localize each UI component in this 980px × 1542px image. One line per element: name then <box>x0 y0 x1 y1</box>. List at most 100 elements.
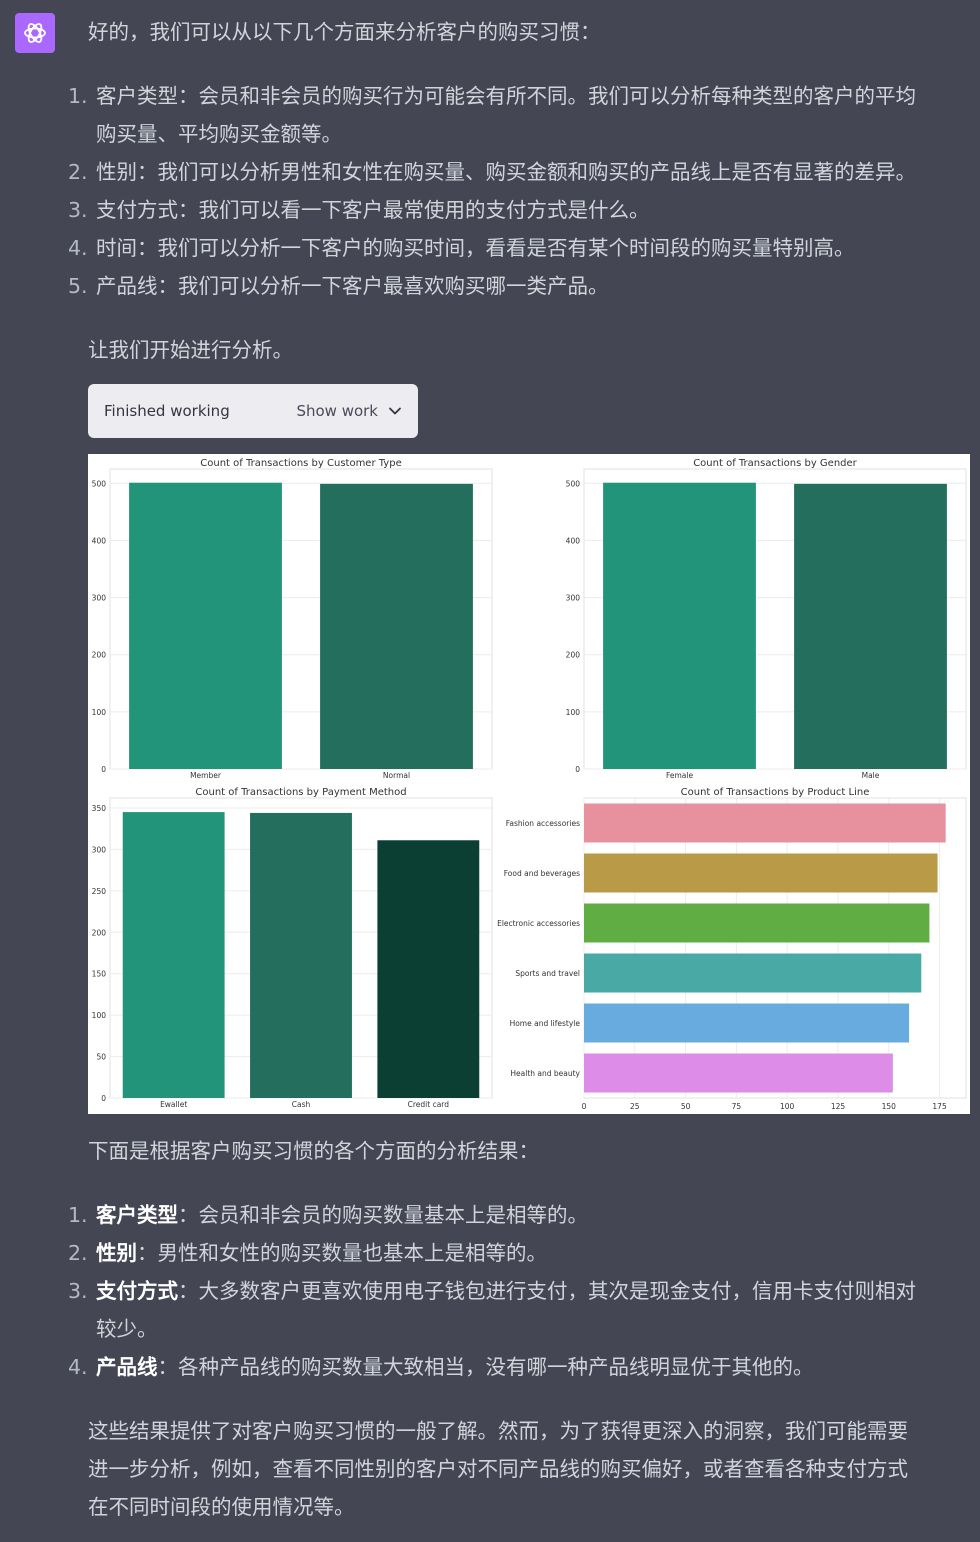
y-tick-label: 100 <box>92 1011 107 1020</box>
y-tick-label: 150 <box>92 970 107 979</box>
x-tick-label: 100 <box>780 1102 795 1111</box>
bar <box>584 853 938 893</box>
list-text: 时间：我们可以分析一下客户的购买时间，看看是否有某个时间段的购买量特别高。 <box>96 236 855 260</box>
bar <box>584 903 930 943</box>
chart-panel: Count of Transactions by Payment Method 0… <box>92 787 493 1109</box>
results-intro-text: 下面是根据客户购买习惯的各个方面的分析结果： <box>88 1139 539 1163</box>
y-tick-label: Sports and travel <box>515 969 580 978</box>
conclusion-text: 这些结果提供了对客户购买习惯的一般了解。然而，为了获得更深入的洞察，我们可能需要… <box>88 1412 908 1526</box>
list-number: 3. <box>68 1279 88 1303</box>
y-tick-label: Electronic accessories <box>497 919 580 928</box>
y-tick-label: 0 <box>101 765 106 774</box>
chart-title: Count of Transactions by Payment Method <box>195 787 406 798</box>
chart-title: Count of Transactions by Gender <box>693 458 857 469</box>
list-text: ：大多数客户更喜欢使用电子钱包进行支付，其次是现金支付，信用卡支付则相对 <box>178 1279 916 1303</box>
x-tick-label: Normal <box>383 771 410 780</box>
show-work-label: Show work <box>296 402 378 420</box>
list-number: 5. <box>68 274 88 298</box>
conclusion-line: 这些结果提供了对客户购买习惯的一般了解。然而，为了获得更深入的洞察，我们可能需要 <box>88 1419 908 1443</box>
results-list: 1. 客户类型：会员和非会员的购买数量基本上是相等的。 2. 性别：男性和女性的购买… <box>68 1196 968 1386</box>
list-number: 4. <box>68 1355 88 1379</box>
x-tick-label: Female <box>666 771 694 780</box>
chart-title: Count of Transactions by Customer Type <box>200 458 401 469</box>
list-item: 4. 时间：我们可以分析一下客户的购买时间，看看是否有某个时间段的购买量特别高。 <box>68 229 968 267</box>
bar <box>584 953 922 993</box>
bar <box>584 1053 893 1093</box>
list-item: 3. 支付方式：我们可以看一下客户最常使用的支付方式是什么。 <box>68 191 968 229</box>
list-number: 2. <box>68 160 88 184</box>
work-status-box: Finished working Show work <box>88 384 418 438</box>
bar <box>584 803 946 843</box>
x-tick-label: 75 <box>732 1102 742 1111</box>
list-text: 购买量、平均购买金额等。 <box>96 122 342 146</box>
y-tick-label: 100 <box>92 708 107 717</box>
charts-image: Count of Transactions by Customer Type 0 1… <box>88 454 970 1114</box>
list-text: 客户类型：会员和非会员的购买行为可能会有所不同。我们可以分析每种类型的客户的平均 <box>96 84 916 108</box>
list-number: 2. <box>68 1241 88 1265</box>
y-tick-label: Food and beverages <box>504 869 580 878</box>
chart-title: Count of Transactions by Product Line <box>681 787 870 798</box>
x-tick-label: 0 <box>582 1102 587 1111</box>
y-tick-label: Fashion accessories <box>506 819 580 828</box>
bar <box>320 483 473 769</box>
y-tick-label: 350 <box>92 804 107 813</box>
list-number: 3. <box>68 198 88 222</box>
list-bold-term: 支付方式 <box>96 1279 178 1303</box>
list-item: 2. 性别：男性和女性的购买数量也基本上是相等的。 <box>68 1234 968 1272</box>
x-tick-label: 175 <box>932 1102 947 1111</box>
y-tick-label: Health and beauty <box>510 1069 580 1078</box>
list-item: 1. 客户类型：会员和非会员的购买数量基本上是相等的。 <box>68 1196 968 1234</box>
list-bold-term: 性别 <box>96 1241 137 1265</box>
y-tick-label: 500 <box>92 479 107 488</box>
chevron-down-icon <box>389 407 401 415</box>
charts-figure: Count of Transactions by Customer Type 0 1… <box>92 458 967 1111</box>
bar <box>584 1003 910 1043</box>
y-tick-label: 500 <box>566 479 581 488</box>
list-item: 3. 支付方式：大多数客户更喜欢使用电子钱包进行支付，其次是现金支付，信用卡支付则… <box>68 1272 968 1348</box>
chart-panel: Count of Transactions by Customer Type 0 1… <box>92 458 493 780</box>
list-text: 较少。 <box>96 1317 158 1341</box>
x-tick-label: Ewallet <box>160 1100 187 1109</box>
list-text: 支付方式：我们可以看一下客户最常使用的支付方式是什么。 <box>96 198 650 222</box>
list-text: ：男性和女性的购买数量也基本上是相等的。 <box>137 1241 547 1265</box>
list-bold-term: 产品线 <box>96 1355 158 1379</box>
y-tick-label: Home and lifestyle <box>510 1019 581 1028</box>
list-item: 2. 性别：我们可以分析男性和女性在购买量、购买金额和购买的产品线上是否有显著的差… <box>68 153 968 191</box>
bar <box>794 483 947 769</box>
y-tick-label: 200 <box>92 928 107 937</box>
list-item: 4. 产品线：各种产品线的购买数量大致相当，没有哪一种产品线明显优于其他的。 <box>68 1348 968 1386</box>
y-tick-label: 50 <box>96 1053 106 1062</box>
work-status-label: Finished working <box>104 402 230 420</box>
start-text: 让我们开始进行分析。 <box>88 338 293 362</box>
y-tick-label: 200 <box>92 651 107 660</box>
assistant-avatar <box>15 13 55 53</box>
bar <box>250 812 352 1098</box>
aspects-list: 1. 客户类型：会员和非会员的购买行为可能会有所不同。我们可以分析每种类型的客户的… <box>68 77 968 305</box>
y-tick-label: 100 <box>566 708 581 717</box>
x-tick-label: Male <box>862 771 880 780</box>
y-tick-label: 400 <box>566 536 581 545</box>
bar <box>377 840 480 1098</box>
x-tick-label: Member <box>190 771 222 780</box>
list-number: 4. <box>68 236 88 260</box>
list-number: 1. <box>68 84 88 108</box>
openai-logo-icon <box>24 23 46 43</box>
list-bold-term: 客户类型 <box>96 1203 178 1227</box>
x-tick-label: Credit card <box>408 1100 450 1109</box>
x-tick-label: Cash <box>292 1100 311 1109</box>
list-text: ：会员和非会员的购买数量基本上是相等的。 <box>178 1203 588 1227</box>
y-tick-label: 200 <box>566 651 581 660</box>
bar <box>122 812 225 1098</box>
list-item: 1. 客户类型：会员和非会员的购买行为可能会有所不同。我们可以分析每种类型的客户的… <box>68 77 968 153</box>
show-work-button[interactable]: Show work <box>296 402 402 420</box>
x-tick-label: 50 <box>681 1102 691 1111</box>
x-tick-label: 25 <box>630 1102 640 1111</box>
y-tick-label: 250 <box>92 887 107 896</box>
x-tick-label: 125 <box>831 1102 846 1111</box>
list-text: 产品线：我们可以分析一下客户最喜欢购买哪一类产品。 <box>96 274 609 298</box>
intro-text: 好的，我们可以从以下几个方面来分析客户的购买习惯： <box>88 20 601 44</box>
list-text: 性别：我们可以分析男性和女性在购买量、购买金额和购买的产品线上是否有显著的差异。 <box>96 160 916 184</box>
list-number: 1. <box>68 1203 88 1227</box>
bar <box>603 482 756 769</box>
plot-frame <box>583 797 967 1099</box>
